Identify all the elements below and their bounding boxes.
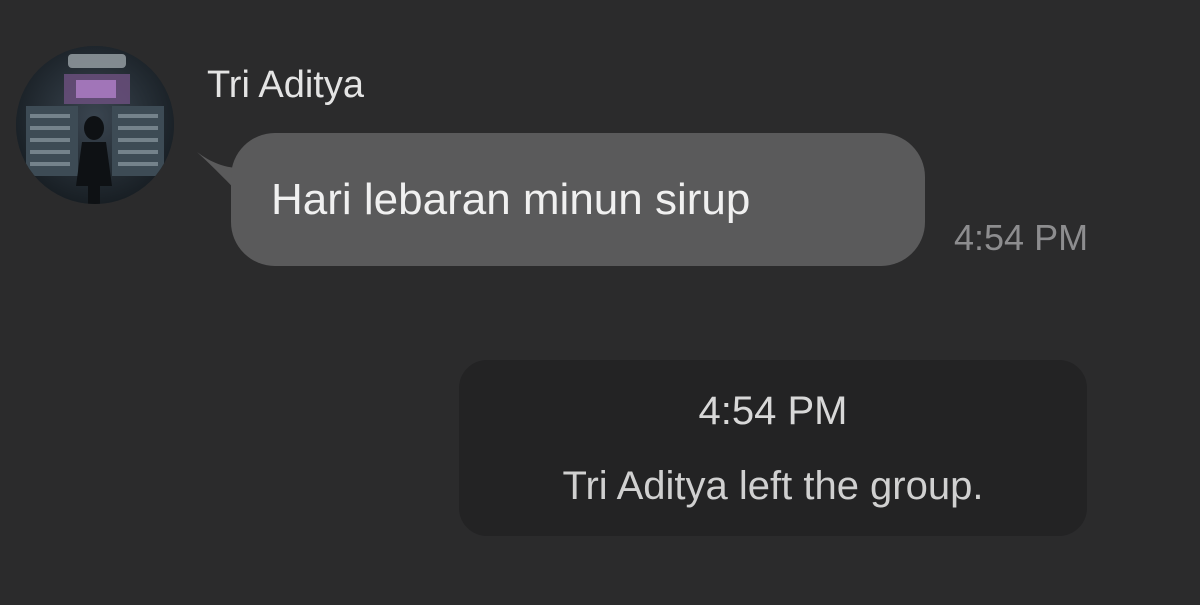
system-notice-time: 4:54 PM	[698, 389, 848, 433]
chat-area: Tri Aditya Hari lebaran minun sirup 4:54…	[0, 0, 1200, 605]
message-text: Hari lebaran minun sirup	[271, 175, 751, 224]
system-notice: 4:54 PM Tri Aditya left the group.	[459, 360, 1087, 536]
avatar-image	[16, 46, 174, 204]
sender-name[interactable]: Tri Aditya	[207, 60, 364, 110]
sender-avatar[interactable]	[16, 46, 174, 204]
message-bubble[interactable]: Hari lebaran minun sirup	[231, 133, 925, 266]
system-notice-text: Tri Aditya left the group.	[562, 464, 984, 508]
message-timestamp: 4:54 PM	[954, 217, 1089, 258]
